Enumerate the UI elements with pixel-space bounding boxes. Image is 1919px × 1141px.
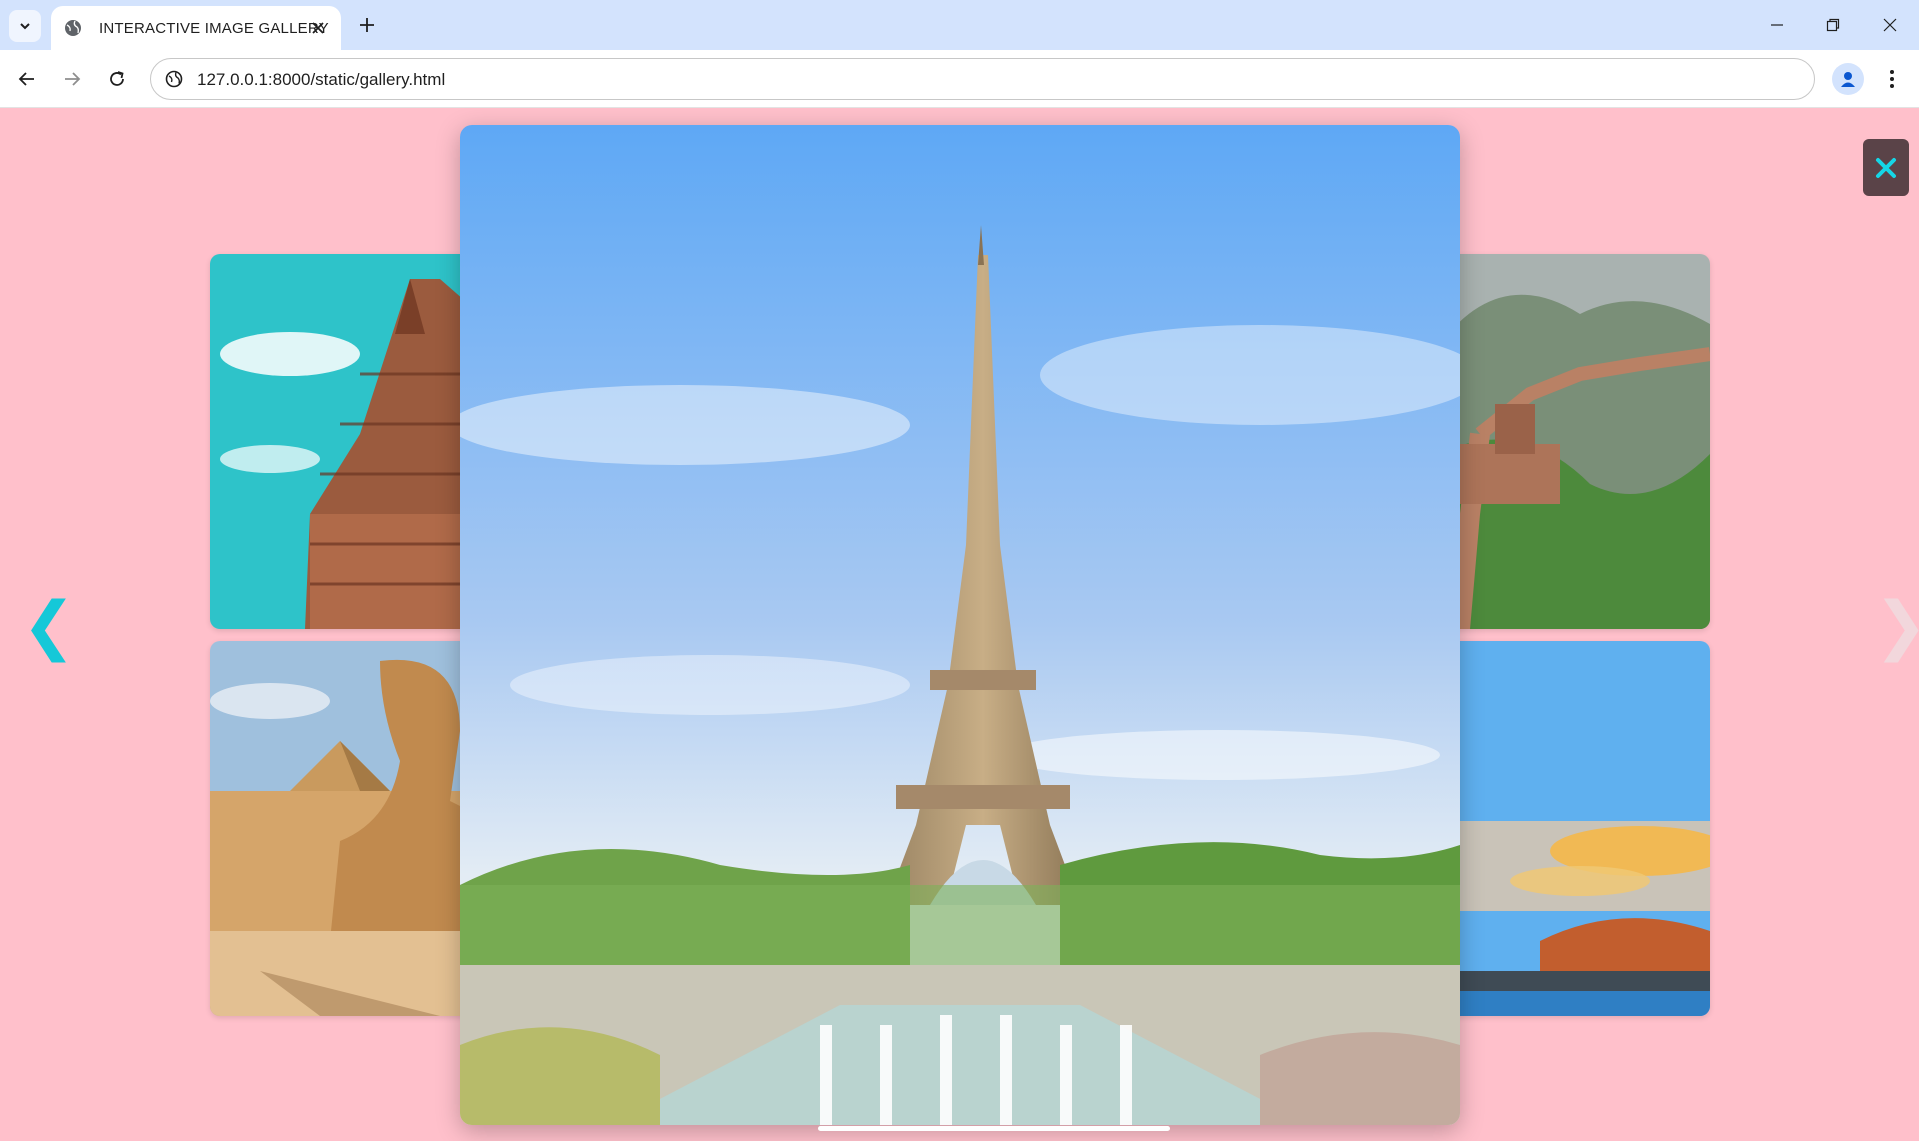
- reload-icon: [110, 71, 124, 86]
- scroll-indicator: [818, 1126, 1170, 1131]
- thumbnail-great-wall[interactable]: [1440, 254, 1710, 629]
- minimize-icon: [1771, 24, 1783, 26]
- globe-icon: [61, 16, 85, 40]
- profile-avatar[interactable]: [1832, 63, 1864, 95]
- browser-tab[interactable]: INTERACTIVE IMAGE GALLERY: [51, 6, 341, 50]
- close-icon: [1876, 157, 1896, 178]
- restore-button[interactable]: [1813, 8, 1853, 42]
- previous-arrow[interactable]: ❮: [22, 594, 76, 658]
- browser-menu-button[interactable]: [1880, 63, 1904, 95]
- person-icon: [1841, 72, 1855, 87]
- tab-close-icon[interactable]: [307, 17, 329, 39]
- tab-search-button[interactable]: [9, 10, 41, 42]
- address-bar[interactable]: 127.0.0.1:8000/static/gallery.html: [150, 58, 1815, 100]
- more-vert-icon: [1890, 70, 1894, 88]
- close-lightbox-button[interactable]: [1863, 139, 1909, 196]
- url-text: 127.0.0.1:8000/static/gallery.html: [197, 70, 446, 89]
- forward-button[interactable]: [55, 62, 89, 96]
- thumbnail-temple[interactable]: [210, 254, 480, 629]
- next-arrow[interactable]: ❯: [1874, 594, 1919, 658]
- thumbnail-harbor-sunset[interactable]: [1440, 641, 1710, 1016]
- chevron-down-icon: [20, 23, 30, 30]
- main-image-eiffel-tower[interactable]: [460, 125, 1460, 1125]
- tab-title: INTERACTIVE IMAGE GALLERY: [99, 19, 329, 37]
- gallery-page: ❮ ❯: [0, 108, 1919, 1141]
- browser-toolbar: 127.0.0.1:8000/static/gallery.html: [0, 50, 1919, 108]
- close-window-button[interactable]: [1870, 8, 1910, 42]
- arrow-right-icon: [65, 72, 81, 86]
- tab-strip: INTERACTIVE IMAGE GALLERY: [0, 0, 1919, 50]
- new-tab-button[interactable]: [352, 10, 382, 40]
- close-icon: [1883, 18, 1897, 32]
- site-info-icon[interactable]: [161, 66, 187, 92]
- plus-icon: [360, 18, 374, 32]
- thumbnail-sphinx-pyramid[interactable]: [210, 641, 480, 1016]
- minimize-button[interactable]: [1757, 8, 1797, 42]
- reload-button[interactable]: [100, 62, 134, 96]
- back-button[interactable]: [10, 62, 44, 96]
- arrow-left-icon: [18, 72, 34, 86]
- restore-icon: [1826, 18, 1840, 32]
